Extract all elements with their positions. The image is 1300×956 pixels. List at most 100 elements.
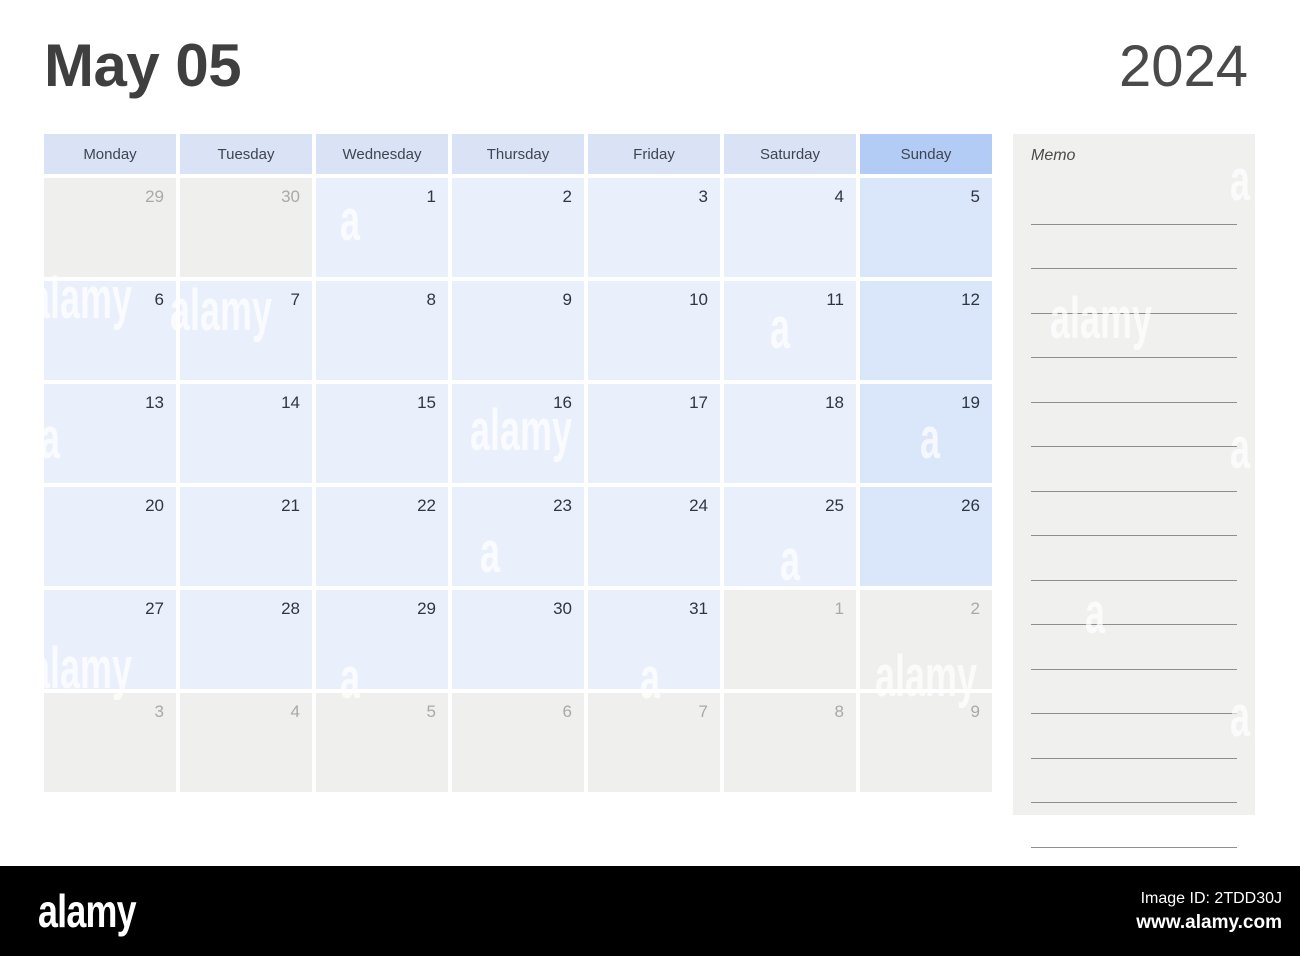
day-number: 20: [145, 496, 164, 515]
day-cell[interactable]: 22: [316, 487, 448, 586]
calendar-header: May 05 2024: [0, 0, 1300, 130]
stock-footer-bar: alamy Image ID: 2TDD30J www.alamy.com: [0, 866, 1300, 956]
day-number: 6: [562, 702, 572, 721]
day-cell[interactable]: 14: [180, 384, 312, 483]
memo-line[interactable]: [1031, 269, 1237, 314]
day-number: 29: [145, 187, 164, 206]
memo-line[interactable]: [1031, 581, 1237, 625]
weekday-header-monday: Monday: [44, 134, 176, 174]
day-cell[interactable]: 4: [180, 693, 312, 792]
alamy-url-label: www.alamy.com: [1136, 911, 1282, 933]
day-number: 30: [281, 187, 300, 206]
day-number: 7: [698, 702, 708, 721]
day-cell[interactable]: 18: [724, 384, 856, 483]
day-number: 17: [689, 393, 708, 412]
day-cell[interactable]: 2: [860, 590, 992, 689]
day-cell[interactable]: 9: [452, 281, 584, 380]
memo-line[interactable]: [1031, 180, 1237, 225]
day-cell[interactable]: 2: [452, 178, 584, 277]
day-cell[interactable]: 15: [316, 384, 448, 483]
memo-line[interactable]: [1031, 225, 1237, 269]
day-number: 28: [281, 599, 300, 618]
day-cell[interactable]: 25: [724, 487, 856, 586]
day-number: 9: [970, 702, 980, 721]
day-cell[interactable]: 19: [860, 384, 992, 483]
memo-line[interactable]: [1031, 403, 1237, 447]
day-number: 7: [290, 290, 300, 309]
memo-line[interactable]: [1031, 536, 1237, 581]
day-number: 8: [834, 702, 844, 721]
day-cell[interactable]: 28: [180, 590, 312, 689]
day-number: 1: [426, 187, 436, 206]
day-number: 25: [825, 496, 844, 515]
memo-line[interactable]: [1031, 714, 1237, 759]
day-number: 26: [961, 496, 980, 515]
day-cell[interactable]: 11: [724, 281, 856, 380]
day-cell[interactable]: 8: [316, 281, 448, 380]
day-number: 4: [290, 702, 300, 721]
alamy-logo: alamy: [38, 885, 137, 937]
day-cell[interactable]: 5: [860, 178, 992, 277]
day-cell[interactable]: 16: [452, 384, 584, 483]
day-number: 31: [689, 599, 708, 618]
day-number: 19: [961, 393, 980, 412]
day-cell[interactable]: 8: [724, 693, 856, 792]
watermark-text: a: [480, 781, 501, 841]
memo-lines: [1031, 180, 1237, 848]
day-cell[interactable]: 31: [588, 590, 720, 689]
footer-meta: Image ID: 2TDD30J www.alamy.com: [1136, 888, 1282, 935]
day-cell[interactable]: 23: [452, 487, 584, 586]
day-cell[interactable]: 29: [316, 590, 448, 689]
day-cell[interactable]: 1: [724, 590, 856, 689]
day-number: 5: [970, 187, 980, 206]
day-number: 30: [553, 599, 572, 618]
day-cell[interactable]: 3: [44, 693, 176, 792]
day-cell[interactable]: 13: [44, 384, 176, 483]
day-cell[interactable]: 9: [860, 693, 992, 792]
day-cell[interactable]: 29: [44, 178, 176, 277]
weekday-header-tuesday: Tuesday: [180, 134, 312, 174]
memo-line[interactable]: [1031, 759, 1237, 803]
day-cell[interactable]: 30: [452, 590, 584, 689]
memo-line[interactable]: [1031, 625, 1237, 670]
day-number: 23: [553, 496, 572, 515]
memo-line[interactable]: [1031, 358, 1237, 403]
day-cell[interactable]: 6: [452, 693, 584, 792]
day-number: 16: [553, 393, 572, 412]
day-cell[interactable]: 1: [316, 178, 448, 277]
day-number: 1: [834, 599, 844, 618]
day-number: 3: [154, 702, 164, 721]
day-cell[interactable]: 5: [316, 693, 448, 792]
day-cell[interactable]: 4: [724, 178, 856, 277]
day-cell[interactable]: 30: [180, 178, 312, 277]
weekday-header-friday: Friday: [588, 134, 720, 174]
day-cell[interactable]: 7: [180, 281, 312, 380]
memo-panel[interactable]: Memo: [1013, 134, 1255, 848]
day-cell[interactable]: 6: [44, 281, 176, 380]
watermark-text: a: [780, 786, 801, 841]
day-cell[interactable]: 26: [860, 487, 992, 586]
day-number: 2: [970, 599, 980, 618]
day-cell[interactable]: 17: [588, 384, 720, 483]
day-number: 14: [281, 393, 300, 412]
day-cell[interactable]: 27: [44, 590, 176, 689]
day-number: 9: [562, 290, 572, 309]
day-number: 12: [961, 290, 980, 309]
memo-line[interactable]: [1031, 314, 1237, 358]
memo-line[interactable]: [1031, 803, 1237, 848]
memo-line[interactable]: [1031, 492, 1237, 536]
day-number: 27: [145, 599, 164, 618]
day-number: 5: [426, 702, 436, 721]
day-number: 13: [145, 393, 164, 412]
memo-line[interactable]: [1031, 447, 1237, 492]
day-number: 2: [562, 187, 572, 206]
memo-line[interactable]: [1031, 670, 1237, 714]
day-cell[interactable]: 10: [588, 281, 720, 380]
day-cell[interactable]: 7: [588, 693, 720, 792]
calendar-page: May 05 2024 Monday Tuesday Wednesday Thursd…: [0, 0, 1300, 956]
day-cell[interactable]: 24: [588, 487, 720, 586]
day-cell[interactable]: 3: [588, 178, 720, 277]
day-cell[interactable]: 20: [44, 487, 176, 586]
day-cell[interactable]: 21: [180, 487, 312, 586]
day-cell[interactable]: 12: [860, 281, 992, 380]
